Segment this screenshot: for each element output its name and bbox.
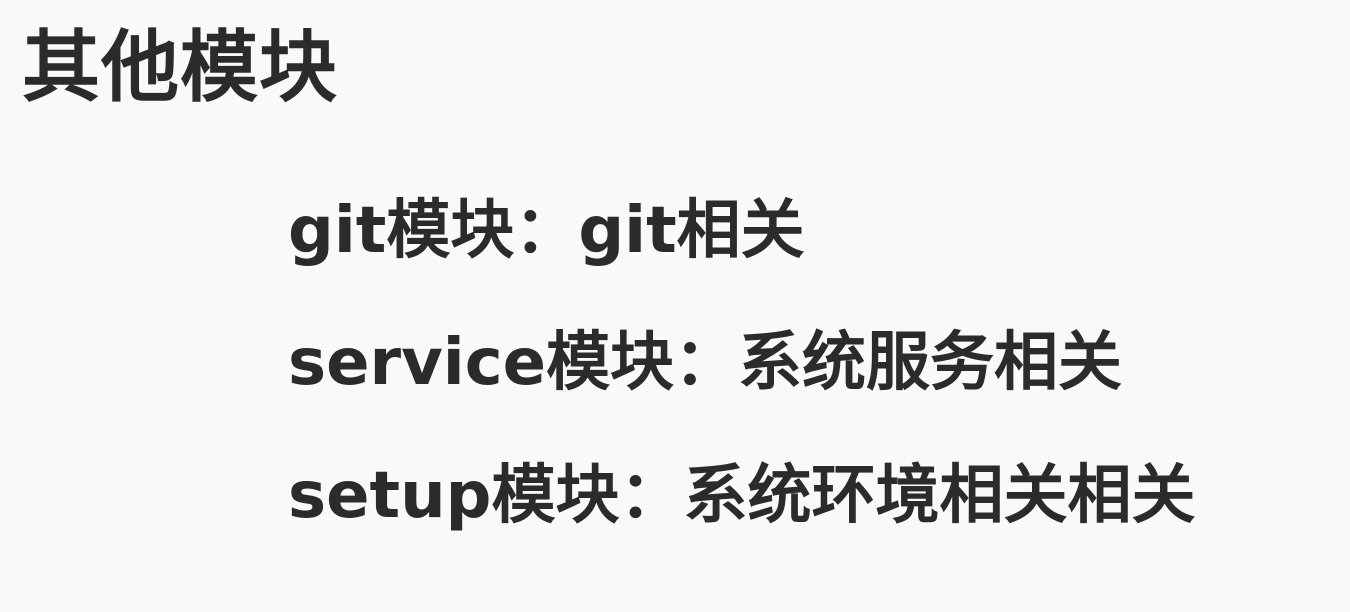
module-list: git模块：git相关 service模块：系统服务相关 setup模块：系统环… [288, 194, 1196, 533]
slide-title: 其他模块 [22, 23, 339, 113]
list-item-git-module: git模块：git相关 [288, 194, 805, 268]
slide: 其他模块 git模块：git相关 service模块：系统服务相关 setup模… [0, 0, 1350, 612]
list-item-service-module: service模块：系统服务相关 [288, 326, 1123, 401]
list-item-setup-module: setup模块：系统环境相关相关 [288, 458, 1196, 533]
